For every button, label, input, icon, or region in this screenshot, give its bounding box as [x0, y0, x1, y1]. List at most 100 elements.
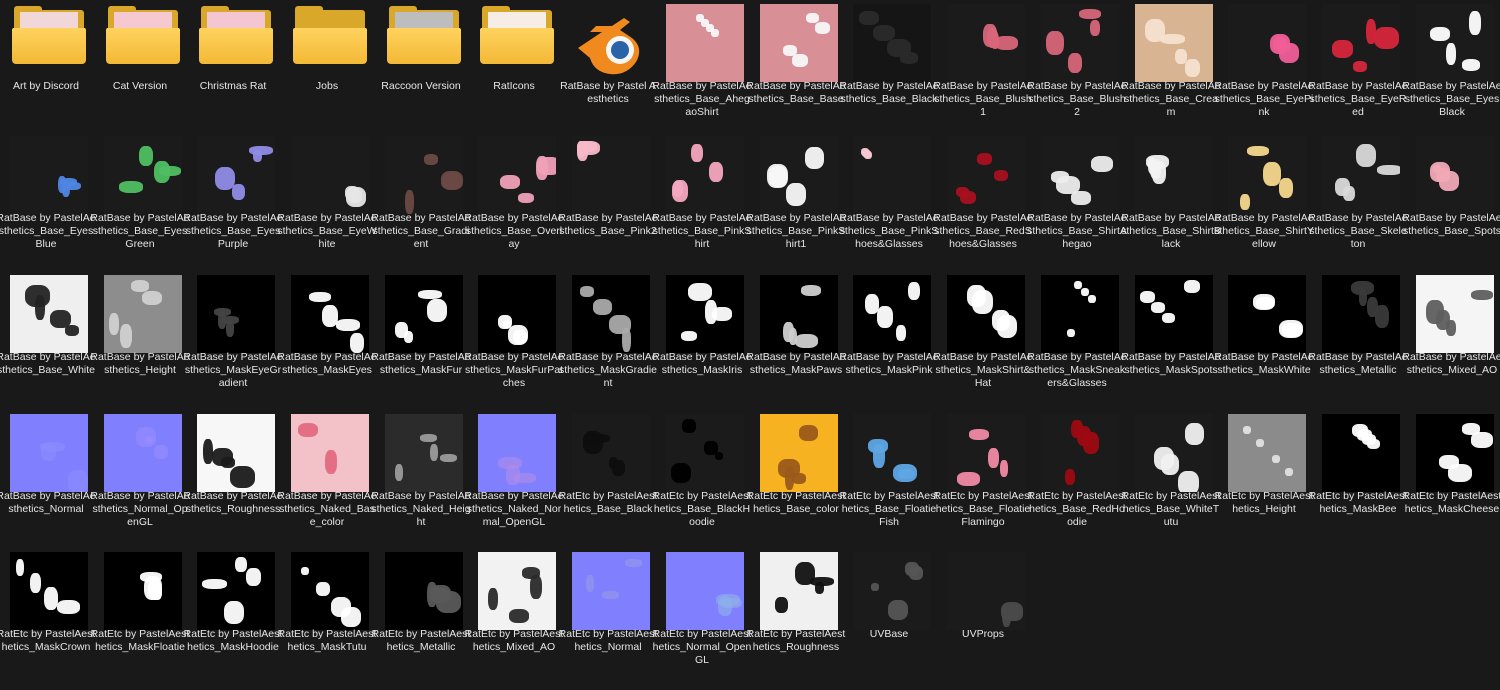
texture-thumbnail — [853, 552, 931, 630]
texture-thumbnail — [760, 4, 838, 82]
file-item-ratetc-by-pastelaesthetics-mixed-ao[interactable]: RatEtc by PastelAesthetics_Mixed_AO — [465, 552, 563, 690]
file-item-ratetc-by-pastelaesthetics-height[interactable]: RatEtc by PastelAesthetics_Height — [1215, 414, 1313, 552]
file-item-ratbase-by-pastelaesthetics-base-eyewhite[interactable]: RatBase by PastelAesthetics_Base_EyeWhit… — [277, 136, 377, 274]
file-item-christmas-rat[interactable]: Christmas Rat — [187, 4, 279, 142]
file-item-ratbase-by-pastelaesthetics-height[interactable]: RatBase by PastelAesthetics_Height — [90, 275, 190, 413]
file-item-ratbase-by-pastelaesthetics-base-pinkshoes-glasses[interactable]: RatBase by PastelAesthetics_Base_PinkSho… — [839, 136, 939, 274]
file-name-label: RatEtc by PastelAesthetics_Base_Black — [558, 490, 658, 515]
file-name-label: RatBase by Pastel Aesthetics — [560, 80, 656, 105]
file-item-ratbase-by-pastelaesthetics-base-eyered[interactable]: RatBase by PastelAesthetics_Base_EyeRed — [1308, 4, 1408, 142]
file-item-ratetc-by-pastelaesthetics-maskhoodie[interactable]: RatEtc by PastelAesthetics_MaskHoodie — [184, 552, 282, 690]
texture-thumbnail — [666, 414, 744, 492]
file-item-ratbase-by-pastelaesthetics-base-eyesblue[interactable]: RatBase by PastelAesthetics_Base_EyesBlu… — [0, 136, 96, 274]
file-name-label: RatEtc by PastelAesthetics_Metallic — [371, 628, 471, 653]
file-item-ratetc-by-pastelaesthetics-base-blackhoodie[interactable]: RatEtc by PastelAesthetics_Base_BlackHoo… — [653, 414, 751, 552]
file-item-ratbase-by-pastelaesthetics-base-pink2[interactable]: RatBase by PastelAesthetics_Base_Pink2 — [558, 136, 658, 274]
file-item-uvprops[interactable]: UVProps — [937, 552, 1029, 690]
texture-thumbnail — [291, 275, 369, 353]
file-item-ratetc-by-pastelaesthetics-maskcrown[interactable]: RatEtc by PastelAesthetics_MaskCrown — [0, 552, 95, 690]
file-item-ratbase-by-pastelaesthetics-base-skeleton[interactable]: RatBase by PastelAesthetics_Base_Skeleto… — [1308, 136, 1408, 274]
file-item-ratbase-by-pastelaesthetics-base-base[interactable]: RatBase by PastelAesthetics_Base_Base — [746, 4, 846, 142]
texture-thumbnail — [572, 552, 650, 630]
file-item-ratbase-by-pastelaesthetics-maskiris[interactable]: RatBase by PastelAesthetics_MaskIris — [652, 275, 752, 413]
file-item-ratetc-by-pastelaesthetics-normal[interactable]: RatEtc by PastelAesthetics_Normal — [559, 552, 657, 690]
file-item-ratbase-by-pastelaesthetics-maskfurpatches[interactable]: RatBase by PastelAesthetics_MaskFurPatch… — [464, 275, 564, 413]
file-item-ratbase-by-pastelaesthetics-base-blush2[interactable]: RatBase by PastelAesthetics_Base_Blush2 — [1027, 4, 1127, 142]
texture-thumbnail — [853, 4, 931, 82]
file-item-ratbase-by-pastelaesthetics-maskfur[interactable]: RatBase by PastelAesthetics_MaskFur — [371, 275, 471, 413]
file-name-label: RatBase by PastelAesthetics_Base_PinkShi… — [652, 212, 752, 250]
file-name-label: RatBase by PastelAesthetics_Base_EyesBla… — [1402, 80, 1500, 118]
file-item-ratbase-by-pastelaesthetics-base-shirtyellow[interactable]: RatBase by PastelAesthetics_Base_ShirtYe… — [1214, 136, 1314, 274]
file-item-ratbase-by-pastelaesthetics-base-blush1[interactable]: RatBase by PastelAesthetics_Base_Blush1 — [933, 4, 1033, 142]
texture-thumbnail — [385, 414, 463, 492]
file-item-ratbase-by-pastelaesthetics-base-pinkshirt[interactable]: RatBase by PastelAesthetics_Base_PinkShi… — [652, 136, 752, 274]
file-item-ratbase-by-pastelaesthetics-maskgradient[interactable]: RatBase by PastelAesthetics_MaskGradient — [558, 275, 658, 413]
file-item-ratbase-by-pastelaesthetics-maskpaws[interactable]: RatBase by PastelAesthetics_MaskPaws — [746, 275, 846, 413]
file-name-label: RatBase by PastelAesthetics_Base_PinkSho… — [839, 212, 939, 250]
file-item-ratbase-by-pastelaesthetics-base-shirtblack[interactable]: RatBase by PastelAesthetics_Base_ShirtBl… — [1121, 136, 1221, 274]
file-item-uvbase[interactable]: UVBase — [843, 552, 935, 690]
file-item-ratbase-by-pastelaesthetics-roughness[interactable]: RatBase by PastelAesthetics_Roughness — [183, 414, 283, 552]
file-item-ratbase-by-pastelaesthetics-base-spots[interactable]: RatBase by PastelAesthetics_Base_Spots — [1402, 136, 1500, 274]
file-item-ratbase-by-pastelaesthetics-maskeyes[interactable]: RatBase by PastelAesthetics_MaskEyes — [277, 275, 377, 413]
file-item-ratetc-by-pastelaesthetics-maskbee[interactable]: RatEtc by PastelAesthetics_MaskBee — [1309, 414, 1407, 552]
file-item-ratetc-by-pastelaesthetics-roughness[interactable]: RatEtc by PastelAesthetics_Roughness — [747, 552, 845, 690]
texture-thumbnail — [385, 552, 463, 630]
file-item-ratbase-by-pastelaesthetics-maskwhite[interactable]: RatBase by PastelAesthetics_MaskWhite — [1214, 275, 1314, 413]
file-item-ratetc-by-pastelaesthetics-maskcheese[interactable]: RatEtc by PastelAesthetics_MaskCheese — [1403, 414, 1500, 552]
file-item-ratbase-by-pastelaesthetics-maskshirt-hat[interactable]: RatBase by PastelAesthetics_MaskShirt&Ha… — [933, 275, 1033, 413]
file-item-ratetc-by-pastelaesthetics-base-color[interactable]: RatEtc by PastelAesthetics_Base_color — [747, 414, 845, 552]
file-name-label: RatIcons — [493, 80, 535, 92]
file-name-label: RatBase by PastelAesthetics_Base_ShirtAh… — [1027, 212, 1127, 250]
texture-thumbnail — [385, 136, 463, 214]
file-item-ratbase-by-pastelaesthetics-base-eyesblack[interactable]: RatBase by PastelAesthetics_Base_EyesBla… — [1402, 4, 1500, 142]
file-name-label: RatBase by PastelAesthetics_Base_PinkShi… — [746, 212, 846, 250]
file-item-ratbase-by-pastelaesthetics-maskspots[interactable]: RatBase by PastelAesthetics_MaskSpots — [1121, 275, 1221, 413]
file-item-ratbase-by-pastelaesthetics-base-white[interactable]: RatBase by PastelAesthetics_Base_White — [0, 275, 96, 413]
file-item-ratbase-by-pastelaesthetics-base-black[interactable]: RatBase by PastelAesthetics_Base_Black — [839, 4, 939, 142]
file-item-ratbase-by-pastelaesthetics-base-gradient[interactable]: RatBase by PastelAesthetics_Base_Gradien… — [371, 136, 471, 274]
file-item-raticons[interactable]: RatIcons — [468, 4, 560, 142]
file-item-ratbase-by-pastelaesthetics-base-pinkshirt1[interactable]: RatBase by PastelAesthetics_Base_PinkShi… — [746, 136, 846, 274]
file-item-ratbase-by-pastelaesthetics-maskpink[interactable]: RatBase by PastelAesthetics_MaskPink — [839, 275, 939, 413]
file-item-cat-version[interactable]: Cat Version — [94, 4, 186, 142]
file-item-ratbase-by-pastelaesthetics-normal-opengl[interactable]: RatBase by PastelAesthetics_Normal_OpenG… — [90, 414, 190, 552]
file-name-label: RatBase by PastelAesthetics_Base_RedShoe… — [933, 212, 1033, 250]
texture-thumbnail — [1322, 136, 1400, 214]
file-item-ratbase-by-pastelaesthetics-base-cream[interactable]: RatBase by PastelAesthetics_Base_Cream — [1121, 4, 1221, 142]
file-item-ratetc-by-pastelaesthetics-base-floatiefish[interactable]: RatEtc by PastelAesthetics_Base_FloatieF… — [840, 414, 938, 552]
file-name-label: RatEtc by PastelAesthetics_MaskTutu — [277, 628, 377, 653]
file-item-ratbase-by-pastelaesthetics-base-ahegaoshirt[interactable]: RatBase by PastelAesthetics_Base_AhegaoS… — [652, 4, 752, 142]
file-item-ratbase-by-pastelaesthetics-masksneakers-glasses[interactable]: RatBase by PastelAesthetics_MaskSneakers… — [1027, 275, 1127, 413]
file-item-jobs[interactable]: Jobs — [281, 4, 373, 142]
file-item-ratetc-by-pastelaesthetics-normal-opengl[interactable]: RatEtc by PastelAesthetics_Normal_OpenGL — [653, 552, 751, 690]
file-item-ratbase-by-pastelaesthetics-base-shirtahegao[interactable]: RatBase by PastelAesthetics_Base_ShirtAh… — [1027, 136, 1127, 274]
file-item-ratetc-by-pastelaesthetics-base-redhoodie[interactable]: RatEtc by PastelAesthetics_Base_RedHoodi… — [1028, 414, 1126, 552]
file-item-ratbase-by-pastelaesthetics-naked-base-color[interactable]: RatBase by PastelAesthetics_Naked_Base_c… — [277, 414, 377, 552]
file-item-art-by-discord[interactable]: Art by Discord — [0, 4, 92, 142]
file-item-ratetc-by-pastelaesthetics-base-whitetutu[interactable]: RatEtc by PastelAesthetics_Base_WhiteTut… — [1122, 414, 1220, 552]
file-item-ratbase-by-pastelaesthetics-base-eyesgreen[interactable]: RatBase by PastelAesthetics_Base_EyesGre… — [90, 136, 190, 274]
file-item-ratbase-by-pastelaesthetics-base-eyespurple[interactable]: RatBase by PastelAesthetics_Base_EyesPur… — [183, 136, 283, 274]
file-name-label: RatBase by PastelAesthetics_MaskFur — [371, 351, 471, 376]
file-item-raccoon-version[interactable]: Raccoon Version — [375, 4, 467, 142]
file-item-ratbase-by-pastelaesthetics-metallic[interactable]: RatBase by PastelAesthetics_Metallic — [1308, 275, 1408, 413]
file-item-ratbase-by-pastelaesthetics-maskeyegradient[interactable]: RatBase by PastelAesthetics_MaskEyeGradi… — [183, 275, 283, 413]
folder-icon — [385, 4, 463, 82]
texture-thumbnail — [10, 275, 88, 353]
file-item-ratetc-by-pastelaesthetics-masktutu[interactable]: RatEtc by PastelAesthetics_MaskTutu — [278, 552, 376, 690]
file-item-ratbase-by-pastelaesthetics-base-eyepink[interactable]: RatBase by PastelAesthetics_Base_EyePink — [1214, 4, 1314, 142]
file-item-ratbase-by-pastelaesthetics-mixed-ao[interactable]: RatBase by PastelAesthetics_Mixed_AO — [1402, 275, 1500, 413]
file-item-ratbase-by-pastelaesthetics-normal[interactable]: RatBase by PastelAesthetics_Normal — [0, 414, 96, 552]
file-item-ratetc-by-pastelaesthetics-base-black[interactable]: RatEtc by PastelAesthetics_Base_Black — [559, 414, 657, 552]
file-item-ratbase-by-pastelaesthetics-naked-height[interactable]: RatBase by PastelAesthetics_Naked_Height — [371, 414, 471, 552]
file-item-ratbase-by-pastel-aesthetics[interactable]: RatBase by Pastel Aesthetics — [560, 4, 656, 142]
file-name-label: RatBase by PastelAesthetics_Naked_Normal… — [464, 490, 564, 528]
file-item-ratetc-by-pastelaesthetics-base-floatieflamingo[interactable]: RatEtc by PastelAesthetics_Base_FloatieF… — [934, 414, 1032, 552]
file-item-ratbase-by-pastelaesthetics-naked-normal-opengl[interactable]: RatBase by PastelAesthetics_Naked_Normal… — [464, 414, 564, 552]
file-item-ratbase-by-pastelaesthetics-base-redshoes-glasses[interactable]: RatBase by PastelAesthetics_Base_RedShoe… — [933, 136, 1033, 274]
file-item-ratetc-by-pastelaesthetics-maskfloatie[interactable]: RatEtc by PastelAesthetics_MaskFloatie — [91, 552, 189, 690]
file-item-ratetc-by-pastelaesthetics-metallic[interactable]: RatEtc by PastelAesthetics_Metallic — [372, 552, 470, 690]
file-item-ratbase-by-pastelaesthetics-base-overlay[interactable]: RatBase by PastelAesthetics_Base_Overlay — [464, 136, 564, 274]
